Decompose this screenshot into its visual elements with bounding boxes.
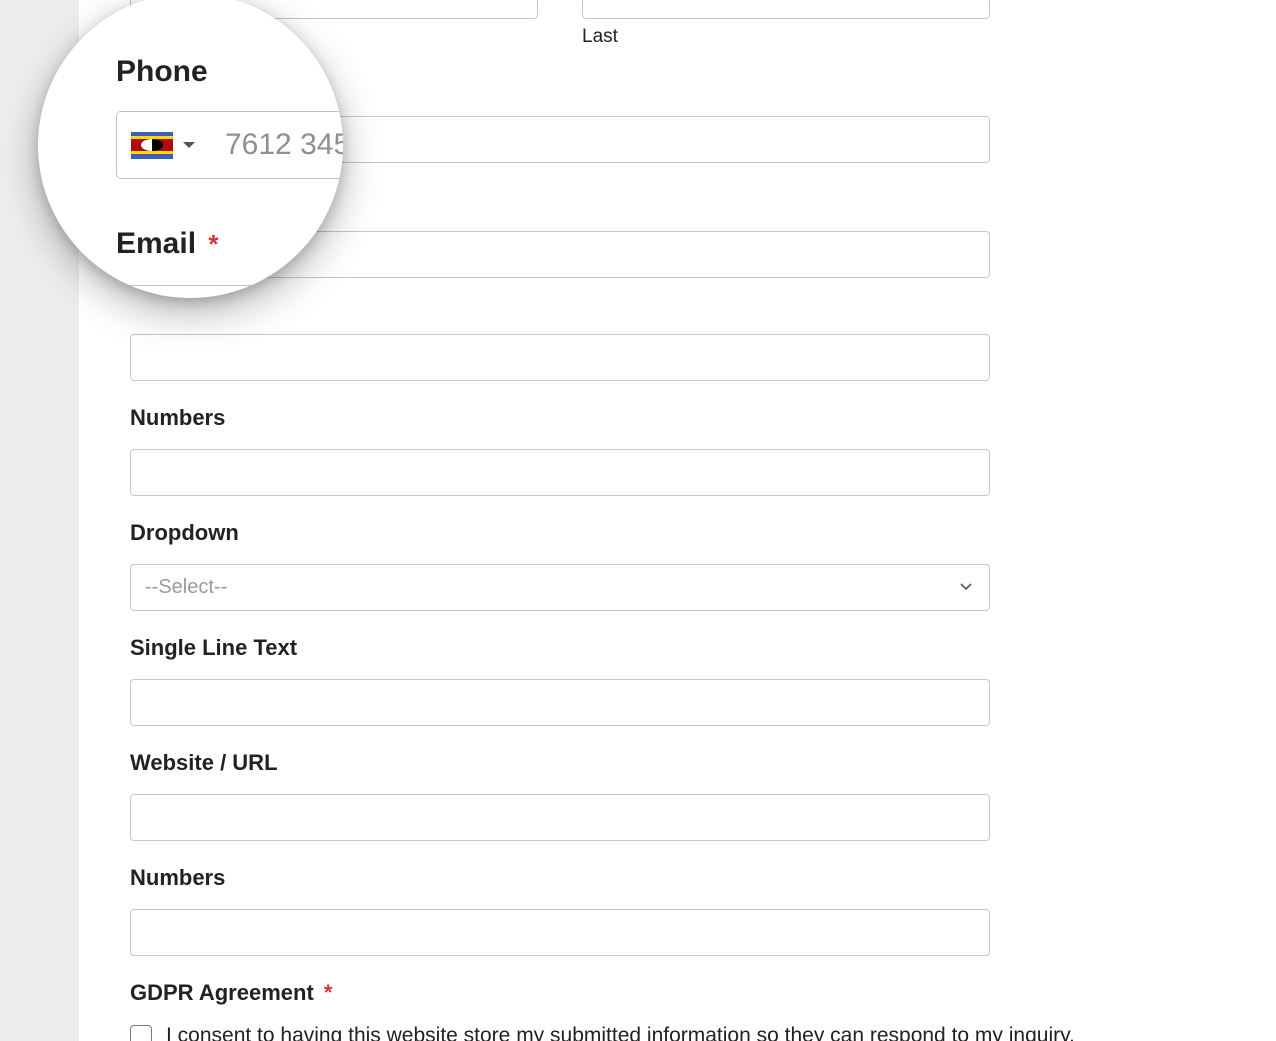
last-name-sublabel: Last xyxy=(582,26,990,48)
gdpr-consent-checkbox[interactable] xyxy=(130,1025,152,1041)
magnified-email-label: Email * xyxy=(116,227,343,261)
page-background: Last Phone xyxy=(0,0,1276,1041)
dropdown-select[interactable]: --Select-- xyxy=(130,564,990,611)
single-line-text-input[interactable] xyxy=(130,679,990,726)
numbers-input-2[interactable] xyxy=(130,909,990,956)
website-input[interactable] xyxy=(130,794,990,841)
magnified-phone-label: Phone xyxy=(116,55,343,89)
website-field: Website / URL xyxy=(130,750,1216,841)
numbers-field-2: Numbers xyxy=(130,865,1216,956)
magnified-phone-placeholder: 7612 345 xyxy=(209,112,343,178)
magnified-country-flag-button[interactable] xyxy=(117,112,209,178)
last-name-input[interactable] xyxy=(582,0,990,19)
single-line-text-field: Single Line Text xyxy=(130,635,1216,726)
numbers-input-1[interactable] xyxy=(130,449,990,496)
magnifier-lens: Phone 7612 345 Email * xyxy=(38,0,343,298)
magnified-chevron-down-icon xyxy=(183,142,195,148)
magnified-required-asterisk: * xyxy=(208,229,218,259)
text-input-hidden-label[interactable] xyxy=(130,334,990,381)
numbers-label-2: Numbers xyxy=(130,865,1216,891)
magnified-phone-input-wrap: 7612 345 xyxy=(116,111,343,179)
magnified-email-label-text: Email xyxy=(116,227,196,260)
magnified-flag-eswatini-icon xyxy=(131,132,173,159)
website-label: Website / URL xyxy=(130,750,1216,776)
last-name-column: Last xyxy=(582,0,990,48)
gdpr-label-text: GDPR Agreement xyxy=(130,980,314,1005)
dropdown-field: Dropdown --Select-- xyxy=(130,520,1216,611)
single-line-text-label: Single Line Text xyxy=(130,635,1216,661)
gdpr-consent-text: I consent to having this website store m… xyxy=(166,1024,1075,1041)
required-asterisk: * xyxy=(324,980,333,1005)
dropdown-label: Dropdown xyxy=(130,520,1216,546)
magnifier-content: Phone 7612 345 Email * xyxy=(38,0,343,298)
dropdown-wrap: --Select-- xyxy=(130,564,990,611)
magnified-email-input-edge xyxy=(116,285,266,286)
gdpr-label: GDPR Agreement * xyxy=(130,980,1216,1006)
gdpr-consent-row: I consent to having this website store m… xyxy=(130,1024,1216,1041)
text-field-hidden-label xyxy=(130,334,1216,381)
numbers-field-1: Numbers xyxy=(130,405,1216,496)
gdpr-field: GDPR Agreement * I consent to having thi… xyxy=(130,980,1216,1041)
numbers-label-1: Numbers xyxy=(130,405,1216,431)
